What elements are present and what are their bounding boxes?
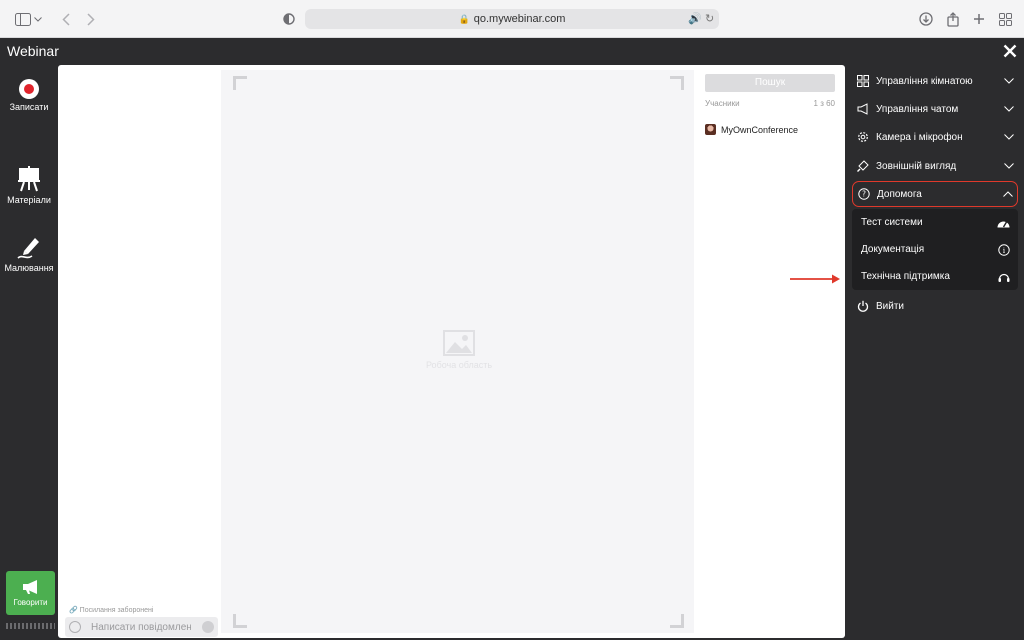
chevron-down-icon <box>1004 132 1014 142</box>
menu-label: Вийти <box>876 300 905 312</box>
participant-row[interactable]: MyOwnConference <box>705 124 835 135</box>
materials-button[interactable]: Матеріали <box>0 166 58 205</box>
megaphone-icon <box>856 102 870 116</box>
svg-text:i: i <box>1002 246 1005 255</box>
workspace-placeholder-text: Робоча область <box>425 360 493 370</box>
main-workspace: 🔗 Посилання заборонені Робоча область По… <box>58 65 845 638</box>
download-icon[interactable] <box>917 10 935 28</box>
gear-icon <box>856 130 870 144</box>
easel-icon <box>17 166 41 192</box>
link-icon: 🔗 <box>69 607 78 614</box>
menu-logout[interactable]: Вийти <box>852 293 1018 319</box>
chevron-down-icon[interactable] <box>33 10 43 28</box>
speaker-icon[interactable]: 🔊 <box>688 12 702 25</box>
mic-level-meter <box>6 623 55 629</box>
submenu-label: Технічна підтримка <box>861 271 950 282</box>
share-icon[interactable] <box>944 10 962 28</box>
participant-name: MyOwnConference <box>721 124 799 135</box>
url-text: qo.mywebinar.com <box>473 13 566 25</box>
headset-icon <box>997 270 1010 283</box>
record-icon <box>19 79 39 99</box>
annotation-arrow <box>790 273 840 285</box>
menu-label: Управління чатом <box>876 103 959 115</box>
submenu-system-test[interactable]: Тест системи <box>852 209 1018 236</box>
menu-label: Управління кімнатою <box>876 75 973 87</box>
submenu-label: Документація <box>861 244 925 255</box>
corner-mark <box>670 614 684 628</box>
search-button[interactable]: Пошук <box>705 74 835 92</box>
sidebar-toggle-icon[interactable] <box>14 10 32 28</box>
help-circle-icon: ? <box>857 187 871 201</box>
lock-icon: 🔒 <box>458 13 470 24</box>
links-forbidden-note: 🔗 Посилання заборонені <box>69 606 153 614</box>
links-forbidden-text: Посилання заборонені <box>79 607 154 614</box>
image-placeholder-icon <box>443 330 475 356</box>
address-bar[interactable]: 🔒 qo.mywebinar.com 🔊 ↻ <box>305 9 719 29</box>
chevron-down-icon <box>1004 104 1014 114</box>
participants-header: Учасники 1 з 60 <box>705 99 835 108</box>
info-icon: i <box>997 243 1010 256</box>
privacy-shield-icon[interactable] <box>280 10 298 28</box>
speak-label: Говорити <box>13 598 48 607</box>
back-icon[interactable] <box>57 10 75 28</box>
record-label: Записати <box>9 102 49 112</box>
record-button[interactable]: Записати <box>0 79 58 112</box>
submenu-tech-support[interactable]: Технічна підтримка <box>852 263 1018 290</box>
new-tab-icon[interactable] <box>970 10 988 28</box>
close-button[interactable] <box>1000 41 1020 61</box>
corner-mark <box>233 614 247 628</box>
emoji-icon[interactable] <box>69 621 81 633</box>
speedometer-icon <box>997 216 1010 229</box>
chevron-down-icon <box>1004 161 1014 171</box>
tab-overview-icon[interactable] <box>996 10 1014 28</box>
chat-input-box <box>65 617 218 637</box>
speak-button[interactable]: Говорити <box>6 571 55 615</box>
brush-icon <box>856 159 870 173</box>
chat-panel: 🔗 Посилання заборонені <box>63 70 220 637</box>
participants-title: Учасники <box>705 99 740 108</box>
drawing-label: Малювання <box>4 263 54 273</box>
menu-label: Камера і мікрофон <box>876 131 963 143</box>
materials-label: Матеріали <box>7 195 51 205</box>
forward-icon[interactable] <box>82 10 100 28</box>
participants-count: 1 з 60 <box>813 99 835 108</box>
menu-help[interactable]: ? Допомога <box>852 181 1018 207</box>
chevron-up-icon <box>1003 189 1013 199</box>
reload-icon[interactable]: ↻ <box>705 12 714 25</box>
grid-icon <box>856 74 870 88</box>
corner-mark <box>233 76 247 90</box>
marker-icon <box>16 234 42 260</box>
svg-text:?: ? <box>862 190 866 199</box>
menu-label: Зовнішній вигляд <box>876 160 957 172</box>
submenu-label: Тест системи <box>861 217 923 228</box>
menu-camera-microphone[interactable]: Камера і мікрофон <box>852 124 1018 150</box>
chat-message-input[interactable] <box>91 621 191 633</box>
participants-panel: Пошук Учасники 1 з 60 MyOwnConference <box>700 70 840 633</box>
avatar <box>705 124 716 135</box>
close-icon <box>1003 44 1017 58</box>
submenu-documentation[interactable]: Документація i <box>852 236 1018 263</box>
presentation-area[interactable]: Робоча область <box>221 70 694 633</box>
send-icon[interactable] <box>202 621 214 633</box>
browser-toolbar: 🔒 qo.mywebinar.com 🔊 ↻ <box>0 0 1024 38</box>
menu-appearance[interactable]: Зовнішній вигляд <box>852 153 1018 179</box>
menu-label: Допомога <box>877 188 922 200</box>
chevron-down-icon <box>1004 76 1014 86</box>
menu-chat-management[interactable]: Управління чатом <box>852 96 1018 122</box>
app-title: Webinar <box>7 43 59 59</box>
help-submenu: Тест системи Документація i Технічна під… <box>852 209 1018 290</box>
drawing-button[interactable]: Малювання <box>0 234 58 273</box>
corner-mark <box>670 76 684 90</box>
menu-room-management[interactable]: Управління кімнатою <box>852 68 1018 94</box>
megaphone-icon <box>21 579 41 595</box>
power-icon <box>856 299 870 313</box>
